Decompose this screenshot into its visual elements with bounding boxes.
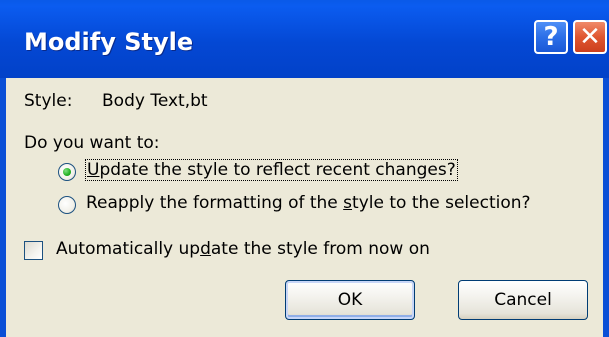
ok-button[interactable]: OK [285, 280, 415, 320]
reapply-formatting-option-label[interactable]: Reapply the formatting of the style to t… [86, 193, 531, 213]
accelerator-key: U [87, 160, 100, 180]
close-button[interactable]: ✕ [573, 20, 607, 54]
accelerator-key: d [200, 239, 211, 259]
question-label: Do you want to: [24, 133, 160, 153]
auto-update-label[interactable]: Automatically update the style from now … [56, 239, 430, 259]
style-value: Body Text,bt [102, 91, 208, 111]
modify-style-dialog: Modify Style ? ✕ Style: Body Text,bt Do … [0, 0, 609, 337]
reapply-formatting-radio[interactable] [58, 196, 76, 214]
option-text: pdate the style to reflect recent change… [99, 160, 456, 180]
option-text-end: tyle to the selection? [352, 193, 531, 213]
auto-update-checkbox[interactable] [24, 241, 43, 260]
radio-selected-dot [63, 168, 71, 176]
label-text-start: Automatically up [56, 239, 201, 259]
update-style-option-label[interactable]: Update the style to reflect recent chang… [85, 159, 458, 181]
title-bar[interactable]: Modify Style ? ✕ [0, 0, 609, 78]
question-mark-icon: ? [543, 22, 559, 52]
dialog-body: Style: Body Text,bt Do you want to: Upda… [6, 78, 603, 337]
cancel-button[interactable]: Cancel [458, 280, 588, 320]
update-style-radio[interactable] [58, 163, 76, 181]
dialog-title: Modify Style [24, 28, 194, 56]
help-button[interactable]: ? [534, 20, 568, 54]
style-label: Style: [24, 91, 73, 111]
accelerator-key: s [343, 193, 353, 213]
option-text-start: Reapply the formatting of the [86, 193, 344, 213]
close-icon: ✕ [579, 22, 601, 52]
label-text-end: ate the style from now on [210, 239, 430, 259]
